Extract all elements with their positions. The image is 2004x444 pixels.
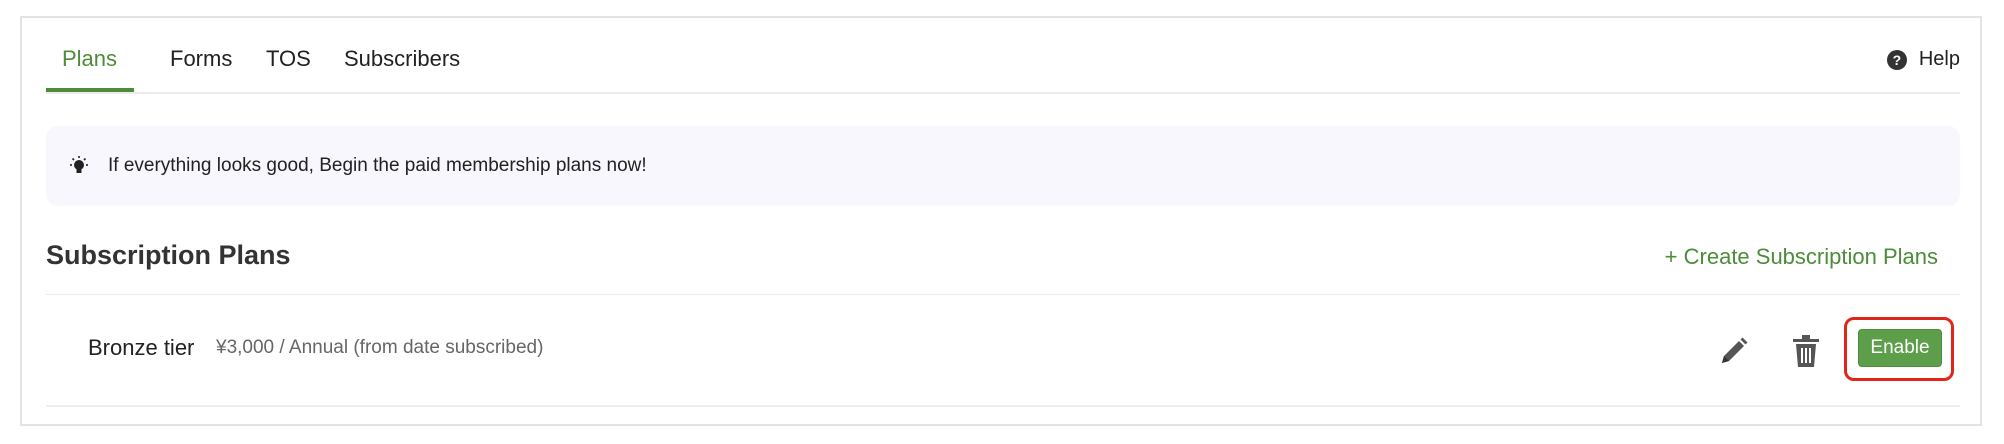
help-link[interactable]: ? Help [1886,48,1960,71]
active-tab-indicator [46,88,134,92]
notice-text: If everything looks good, Begin the paid… [108,155,647,176]
pencil-icon [1722,337,1748,363]
trash-icon [1793,335,1819,367]
edit-plan-button[interactable] [1716,333,1752,369]
lightbulb-icon [68,155,90,177]
tab-plans[interactable]: Plans [62,44,117,74]
tab-bar: Plans Forms TOS Subscribers ? Help [46,18,1960,94]
plan-price: ¥3,000 / Annual (from date subscribed) [216,337,544,358]
plan-name: Bronze tier [88,335,195,360]
tab-forms[interactable]: Forms [170,44,232,74]
tab-subscribers[interactable]: Subscribers [344,44,460,74]
create-subscription-plans-link[interactable]: + Create Subscription Plans [1665,244,1938,270]
tab-tos[interactable]: TOS [266,44,311,74]
section-title: Subscription Plans [46,240,291,270]
question-circle-icon: ? [1886,49,1907,70]
notice-banner: If everything looks good, Begin the paid… [46,126,1960,206]
enable-plan-button[interactable]: Enable [1858,329,1942,367]
delete-plan-button[interactable] [1788,333,1824,369]
plan-row: Bronze tier ¥3,000 / Annual (from date s… [46,295,1960,407]
plans-panel: Plans Forms TOS Subscribers ? Help If ev… [20,16,1982,426]
help-label: Help [1918,48,1960,70]
